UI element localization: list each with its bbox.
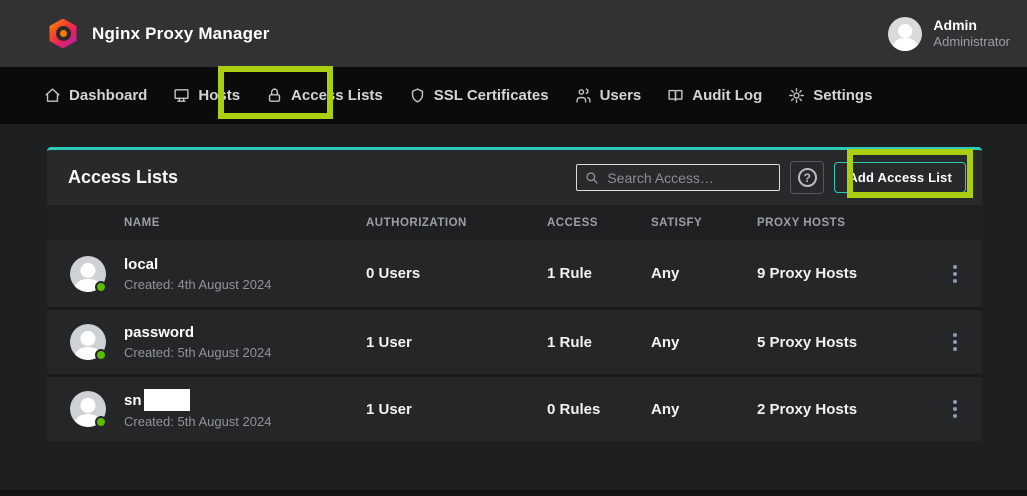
nav-label: Hosts: [198, 87, 240, 104]
nav-label: Dashboard: [69, 87, 147, 104]
authorization-value: 1 User: [366, 401, 547, 418]
created-date: Created: 5th August 2024: [124, 345, 366, 360]
window-bottom-edge: [0, 490, 1027, 496]
nav-label: SSL Certificates: [434, 87, 549, 104]
table-row[interactable]: sn Created: 5th August 2024 1 User 0 Rul…: [47, 374, 982, 441]
search-icon: [585, 171, 599, 185]
access-value: 1 Rule: [547, 265, 651, 282]
redaction-box: [144, 389, 190, 411]
col-satisfy: SATISFY: [651, 217, 757, 229]
row-actions-menu-icon[interactable]: [947, 259, 963, 289]
created-date: Created: 5th August 2024: [124, 414, 366, 429]
nav-label: Users: [600, 87, 642, 104]
row-avatar: [70, 324, 106, 360]
access-lists-panel: Access Lists ? Add Access List NAME AUTH…: [47, 147, 982, 441]
row-actions-menu-icon[interactable]: [947, 327, 963, 357]
proxy-hosts-value: 9 Proxy Hosts: [757, 265, 927, 282]
brand: Nginx Proxy Manager: [48, 19, 270, 49]
nav-item-ssl-certificates[interactable]: SSL Certificates: [396, 67, 562, 124]
help-icon: ?: [798, 168, 817, 187]
row-avatar: [70, 256, 106, 292]
authorization-value: 0 Users: [366, 265, 547, 282]
created-date: Created: 4th August 2024: [124, 277, 366, 292]
satisfy-value: Any: [651, 265, 757, 282]
user-name: Admin: [933, 17, 1010, 35]
search-input[interactable]: [607, 170, 771, 186]
nav-item-access-lists[interactable]: Access Lists: [253, 67, 396, 124]
access-value: 1 Rule: [547, 334, 651, 351]
nav-item-settings[interactable]: Settings: [775, 67, 885, 124]
book-icon: [667, 87, 684, 104]
col-name: NAME: [124, 217, 366, 229]
user-menu[interactable]: Admin Administrator: [888, 17, 1010, 51]
help-button[interactable]: ?: [790, 161, 824, 194]
access-list-name: local: [124, 256, 366, 274]
nav-item-audit-log[interactable]: Audit Log: [654, 67, 775, 124]
page-body: Access Lists ? Add Access List NAME AUTH…: [0, 124, 1027, 496]
table-row[interactable]: local Created: 4th August 2024 0 Users 1…: [47, 240, 982, 307]
col-proxy-hosts: PROXY HOSTS: [757, 217, 927, 229]
authorization-value: 1 User: [366, 334, 547, 351]
access-value: 0 Rules: [547, 401, 651, 418]
access-list-name: password: [124, 324, 366, 342]
user-avatar: [888, 17, 922, 51]
add-access-list-button[interactable]: Add Access List: [834, 162, 966, 193]
top-header: Nginx Proxy Manager Admin Administrator: [0, 0, 1027, 67]
table-header: NAME AUTHORIZATION ACCESS SATISFY PROXY …: [47, 205, 982, 240]
col-authorization: AUTHORIZATION: [366, 217, 547, 229]
table-row[interactable]: password Created: 5th August 2024 1 User…: [47, 307, 982, 374]
page-title: Access Lists: [68, 167, 178, 188]
row-avatar: [70, 391, 106, 427]
proxy-hosts-value: 2 Proxy Hosts: [757, 401, 927, 418]
nav-label: Access Lists: [291, 87, 383, 104]
status-dot: [95, 416, 107, 428]
proxy-hosts-value: 5 Proxy Hosts: [757, 334, 927, 351]
app-title: Nginx Proxy Manager: [92, 24, 270, 44]
nav-label: Audit Log: [692, 87, 762, 104]
home-icon: [44, 87, 61, 104]
col-access: ACCESS: [547, 217, 651, 229]
user-role: Administrator: [933, 34, 1010, 50]
status-dot: [95, 281, 107, 293]
monitor-icon: [173, 87, 190, 104]
panel-header: Access Lists ? Add Access List: [47, 150, 982, 205]
search-box: [576, 164, 780, 191]
users-icon: [575, 87, 592, 104]
status-dot: [95, 349, 107, 361]
main-nav: Dashboard Hosts Access Lists SSL Certifi…: [0, 67, 1027, 124]
app-logo-icon: [48, 19, 78, 49]
access-list-name: sn: [124, 392, 142, 409]
lock-icon: [266, 87, 283, 104]
row-actions-menu-icon[interactable]: [947, 394, 963, 424]
gear-icon: [788, 87, 805, 104]
nav-item-users[interactable]: Users: [562, 67, 655, 124]
nav-item-hosts[interactable]: Hosts: [160, 67, 253, 124]
shield-icon: [409, 87, 426, 104]
satisfy-value: Any: [651, 334, 757, 351]
nav-label: Settings: [813, 87, 872, 104]
nav-item-dashboard[interactable]: Dashboard: [31, 67, 160, 124]
panel-controls: ? Add Access List: [576, 161, 966, 194]
satisfy-value: Any: [651, 401, 757, 418]
